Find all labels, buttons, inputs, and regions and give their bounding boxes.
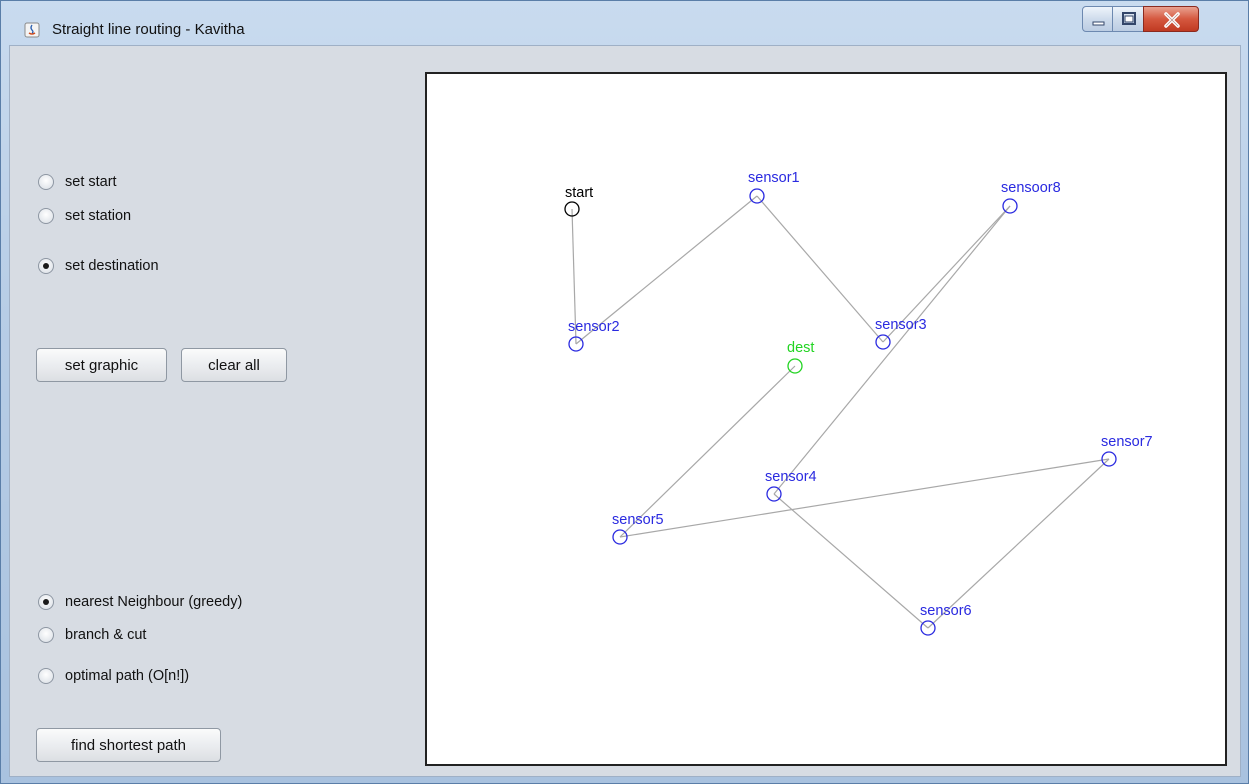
maximize-button[interactable]	[1112, 6, 1144, 32]
java-app-icon	[24, 22, 40, 38]
window-title: Straight line routing - Kavitha	[52, 21, 245, 38]
minimize-icon	[1092, 21, 1105, 26]
node-label-sensor4: sensor4	[765, 469, 817, 485]
maximize-icon	[1122, 12, 1136, 25]
radio-indicator[interactable]	[38, 174, 54, 190]
clear-all-button[interactable]: clear all	[181, 348, 287, 382]
radio-indicator[interactable]	[38, 668, 54, 684]
radio-label: set start	[65, 174, 117, 190]
client-area: set start set station set destination se…	[9, 45, 1241, 777]
graph-canvas[interactable]: start sensor1 sensoor8 sensor2 sensor3 dest se…	[425, 72, 1227, 766]
radio-set-destination[interactable]: set destination	[38, 255, 159, 277]
radio-indicator[interactable]	[38, 594, 54, 610]
radio-optimal-path[interactable]: optimal path (O[n!])	[38, 665, 189, 687]
node-label-sensoor8: sensoor8	[1001, 180, 1061, 196]
radio-label: set station	[65, 208, 132, 224]
graph-drawing[interactable]: start sensor1 sensoor8 sensor2 sensor3 dest se…	[427, 74, 1225, 764]
node-label-dest: dest	[787, 340, 814, 356]
node-label-sensor2: sensor2	[568, 319, 620, 335]
node-label-sensor7: sensor7	[1101, 434, 1153, 450]
set-graphic-button[interactable]: set graphic	[36, 348, 167, 382]
radio-set-start[interactable]: set start	[38, 171, 117, 193]
node-label-sensor1: sensor1	[748, 170, 800, 186]
radio-indicator[interactable]	[38, 258, 54, 274]
edge-sensor1-sensor3	[756, 195, 884, 343]
node-label-sensor3: sensor3	[875, 317, 927, 333]
minimize-button[interactable]	[1082, 6, 1113, 32]
radio-label: set destination	[65, 258, 159, 274]
edge-sensor7-sensor5	[619, 458, 1110, 538]
close-icon	[1164, 12, 1180, 28]
radio-label: branch & cut	[65, 627, 147, 643]
node-label-start: start	[565, 185, 593, 201]
radio-indicator[interactable]	[38, 208, 54, 224]
radio-indicator[interactable]	[38, 627, 54, 643]
edge-sensor4-sensor6	[773, 493, 929, 629]
radio-label: nearest Neighbour (greedy)	[65, 594, 243, 610]
node-label-sensor5: sensor5	[612, 512, 664, 528]
radio-nearest-neighbour[interactable]: nearest Neighbour (greedy)	[38, 591, 242, 613]
radio-set-station[interactable]: set station	[38, 205, 131, 227]
find-shortest-path-button[interactable]: find shortest path	[36, 728, 221, 762]
node-label-sensor6: sensor6	[920, 603, 972, 619]
radio-label: optimal path (O[n!])	[65, 668, 190, 684]
title-bar[interactable]: Straight line routing - Kavitha	[1, 1, 1248, 45]
radio-branch-and-cut[interactable]: branch & cut	[38, 624, 146, 646]
close-button[interactable]	[1143, 6, 1199, 32]
app-window: Straight line routing - Kavitha set star…	[0, 0, 1249, 784]
